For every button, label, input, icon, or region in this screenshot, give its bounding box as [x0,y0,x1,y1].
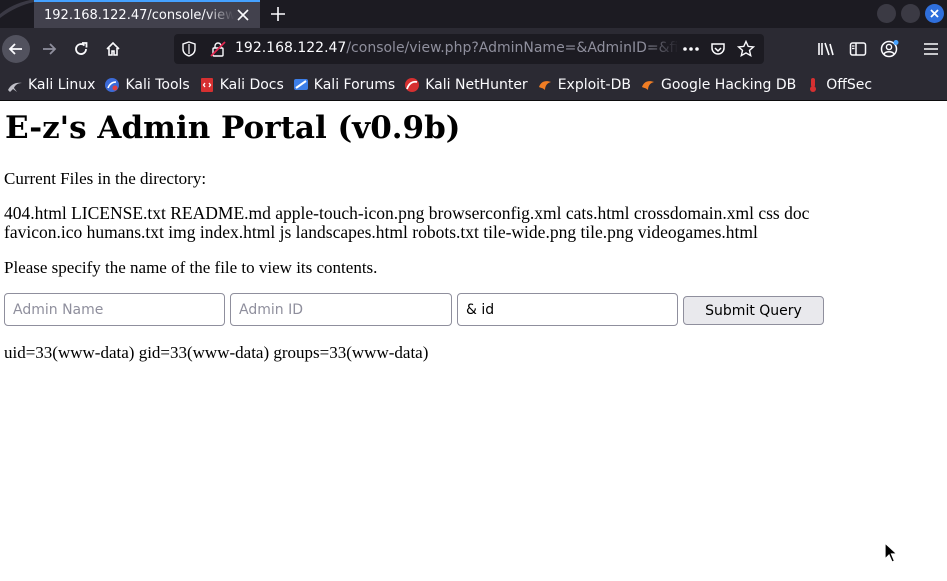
file-list-line-1: 404.html LICENSE.txt README.md apple-tou… [4,203,810,223]
window-maximize-button[interactable] [901,4,920,23]
page-content: E-z's Admin Portal (v0.9b) Current Files… [0,101,947,581]
tracking-shield-icon[interactable] [182,41,196,61]
ghdb-icon [640,77,656,93]
url-text[interactable]: 192.168.122.47/console/view.php?AdminNam… [235,40,679,56]
admin-name-input[interactable] [4,293,225,326]
filename-input[interactable] [457,293,678,326]
tab-active[interactable]: 192.168.122.47/console/view.php?AdminNam… [34,0,260,28]
page-actions-more-icon[interactable] [682,41,700,61]
url-host: 192.168.122.47 [235,40,347,56]
reload-icon[interactable] [67,35,95,63]
tab-title: 192.168.122.47/console/view.php?AdminNam… [44,7,234,23]
bookmarks-toolbar: Kali Linux Kali Tools Kali Docs Kali For… [0,70,947,100]
bookmark-kali-nethunter[interactable]: Kali NetHunter [404,73,528,97]
window-minimize-button[interactable] [877,4,896,23]
bookmark-label: Exploit-DB [557,77,631,93]
hamburger-menu-icon[interactable] [921,39,941,59]
page-title: E-z's Admin Portal (v0.9b) [5,110,461,146]
forward-arrow-icon[interactable] [35,35,63,63]
url-bar[interactable]: 192.168.122.47/console/view.php?AdminNam… [174,34,764,64]
bookmark-google-hacking-db[interactable]: Google Hacking DB [640,73,796,97]
back-arrow-icon[interactable] [2,35,30,63]
pocket-icon[interactable] [710,41,726,61]
home-icon[interactable] [99,35,127,63]
tab-close-icon[interactable] [234,6,252,24]
window-close-button[interactable] [925,4,944,23]
mouse-cursor-icon [884,541,899,568]
insecure-lock-icon[interactable] [210,41,226,61]
kali-docs-icon [199,77,215,93]
bookmark-kali-docs[interactable]: Kali Docs [199,73,284,97]
bookmark-kali-tools[interactable]: Kali Tools [104,73,190,97]
kali-forums-icon [293,77,309,93]
submit-query-button[interactable]: Submit Query [683,296,824,325]
bookmark-label: Google Hacking DB [660,77,797,93]
bookmark-offsec[interactable]: OffSec [805,73,872,97]
bookmark-label: Kali Forums [313,77,396,93]
bookmark-label: Kali NetHunter [425,77,528,93]
url-path: /console/view.php?AdminName=&AdminID=&fi… [346,40,679,56]
instruction-text: Please specify the name of the file to v… [4,258,378,277]
library-icon[interactable] [816,39,836,59]
bookmark-star-icon[interactable] [736,39,756,62]
account-avatar-icon[interactable] [880,39,900,59]
bookmark-kali-linux[interactable]: Kali Linux [7,73,95,97]
offsec-icon [805,77,821,93]
tab-bar: 192.168.122.47/console/view.php?AdminNam… [0,0,947,28]
bookmark-label: Kali Tools [125,77,190,93]
new-tab-plus-icon[interactable] [266,2,290,26]
bookmark-label: OffSec [826,77,873,93]
bookmark-exploit-db[interactable]: Exploit-DB [537,73,631,97]
files-heading: Current Files in the directory: [4,169,207,188]
kali-nethunter-icon [404,77,420,93]
admin-id-input[interactable] [230,293,452,326]
bookmark-label: Kali Docs [219,77,284,93]
command-output: uid=33(www-data) gid=33(www-data) groups… [4,343,429,362]
kali-corner-decoration [0,0,34,28]
kali-tools-icon [104,77,120,93]
file-list-line-2: favicon.ico humans.txt img index.html js… [4,222,758,242]
bookmark-label: Kali Linux [28,77,96,93]
navigation-toolbar: 192.168.122.47/console/view.php?AdminNam… [0,28,947,70]
kali-dragon-icon [7,77,23,93]
bookmark-kali-forums[interactable]: Kali Forums [293,73,395,97]
exploit-db-icon [537,77,553,93]
sidebar-icon[interactable] [848,39,868,59]
